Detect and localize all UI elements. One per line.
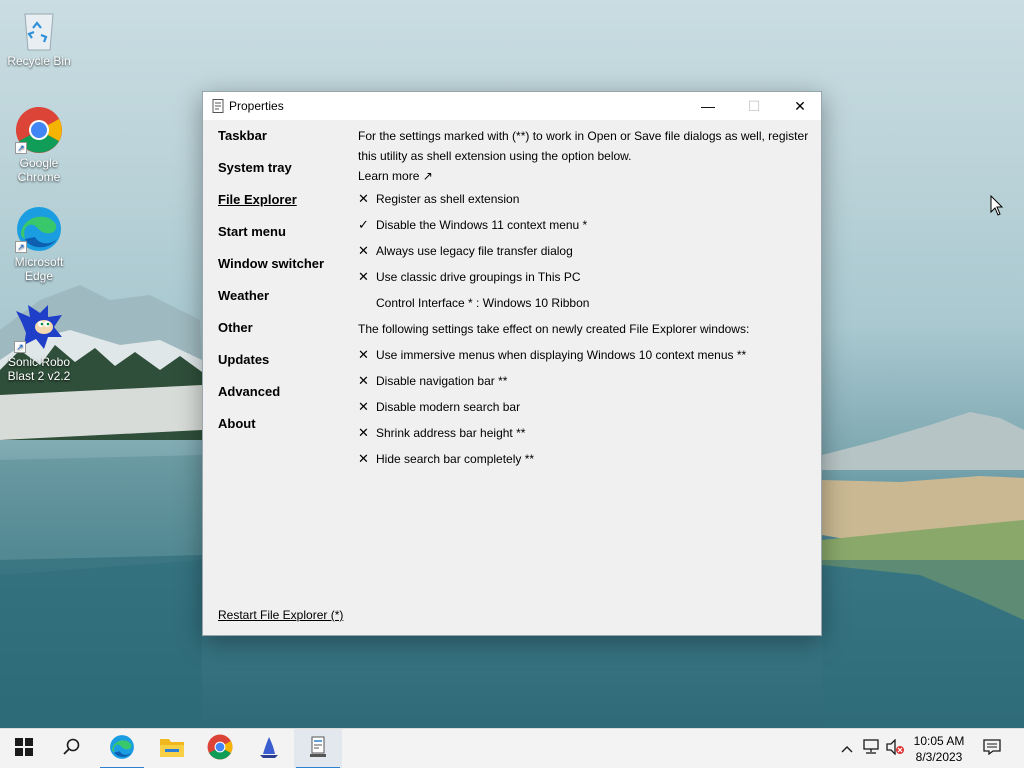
mouse-cursor-icon (990, 194, 1004, 222)
volume-muted-icon (885, 737, 905, 760)
properties-app-icon (212, 99, 224, 113)
sonic-icon: ↗ (14, 303, 64, 353)
maximize-button[interactable]: ☐ (731, 92, 777, 120)
option-disable-modern-search-bar[interactable]: ✕ Disable modern search bar (358, 394, 813, 420)
chrome-icon: ↗ (15, 106, 63, 154)
option-state-icon: ✕ (358, 399, 369, 414)
properties-app-icon (309, 736, 327, 763)
option-state-icon: ✕ (358, 269, 369, 284)
nav-item-system-tray[interactable]: System tray (218, 160, 343, 192)
nav-item-start-menu[interactable]: Start menu (218, 224, 343, 256)
close-button[interactable]: ✕ (777, 92, 823, 120)
taskbar-properties[interactable] (294, 729, 342, 768)
nav-item-about[interactable]: About (218, 416, 343, 448)
shortcut-arrow-icon: ↗ (15, 142, 27, 154)
chevron-up-icon (841, 740, 853, 758)
restart-file-explorer-link[interactable]: Restart File Explorer (*) (218, 608, 343, 622)
nav-item-other[interactable]: Other (218, 320, 343, 352)
option-label: Shrink address bar height ** (376, 426, 526, 440)
option-label: Register as shell extension (376, 192, 520, 206)
show-hidden-icons-button[interactable] (838, 729, 856, 768)
option-label: Disable modern search bar (376, 400, 521, 414)
clock-time: 10:05 AM (913, 734, 965, 748)
taskbar-edge[interactable] (98, 729, 146, 768)
nav-item-window-switcher[interactable]: Window switcher (218, 256, 343, 288)
option-state-icon: ✕ (358, 425, 369, 440)
sonic-desktop-icon[interactable]: ↗ Sonic Robo Blast 2 v2.2 (1, 303, 77, 383)
file-explorer-icon (159, 736, 185, 763)
option-hide-search-bar[interactable]: ✕ Hide search bar completely ** (358, 446, 813, 472)
search-icon (63, 738, 81, 761)
learn-more-link[interactable]: Learn more ↗ (358, 166, 813, 186)
option-register-shell-extension[interactable]: ✕ Register as shell extension (358, 186, 813, 212)
option-state-icon: ✕ (358, 347, 369, 362)
edge-label: Microsoft Edge (14, 255, 64, 283)
sailboat-app-icon (257, 735, 281, 764)
option-state-icon: ✓ (358, 217, 369, 232)
notification-center-icon (983, 738, 1001, 760)
new-windows-note: The following settings take effect on ne… (358, 322, 750, 336)
chrome-icon (207, 734, 233, 765)
option-label: Use classic drive groupings in This PC (376, 270, 581, 284)
edge-icon (109, 734, 135, 765)
nav-item-weather[interactable]: Weather (218, 288, 343, 320)
nav-item-taskbar[interactable]: Taskbar (218, 128, 343, 160)
settings-content: For the settings marked with (**) to wor… (358, 126, 813, 472)
option-state-icon: ✕ (358, 373, 369, 388)
option-disable-navigation-bar[interactable]: ✕ Disable navigation bar ** (358, 368, 813, 394)
clock-date: 8/3/2023 (915, 750, 963, 764)
recycle-bin-desktop-icon[interactable]: Recycle Bin (1, 8, 77, 68)
window-titlebar[interactable]: Properties — ☐ ✕ (203, 92, 821, 120)
start-button[interactable] (0, 729, 48, 768)
chrome-desktop-icon[interactable]: ↗ Google Chrome (1, 106, 77, 184)
control-interface-option[interactable]: Control Interface * : Windows 10 Ribbon (358, 290, 813, 316)
minimize-button[interactable]: — (685, 92, 731, 120)
option-immersive-menus[interactable]: ✕ Use immersive menus when displaying Wi… (358, 342, 813, 368)
nav-item-file-explorer[interactable]: File Explorer (218, 192, 343, 224)
nav-item-updates[interactable]: Updates (218, 352, 343, 384)
option-shrink-address-bar[interactable]: ✕ Shrink address bar height ** (358, 420, 813, 446)
settings-nav: Taskbar System tray File Explorer Start … (218, 128, 343, 448)
option-label: Always use legacy file transfer dialog (376, 244, 573, 258)
search-button[interactable] (48, 729, 96, 768)
network-icon (862, 738, 880, 760)
sonic-label: Sonic Robo Blast 2 v2.2 (7, 355, 71, 383)
option-classic-drive-groupings[interactable]: ✕ Use classic drive groupings in This PC (358, 264, 813, 290)
notifications-button[interactable] (978, 729, 1006, 768)
option-state-icon: ✕ (358, 191, 369, 206)
recycle-bin-label: Recycle Bin (7, 54, 71, 68)
edge-desktop-icon[interactable]: ↗ Microsoft Edge (1, 205, 77, 283)
taskbar-file-explorer[interactable] (148, 729, 196, 768)
taskbar-sailboat-app[interactable] (245, 729, 293, 768)
window-title: Properties (229, 99, 284, 113)
option-label: Disable navigation bar ** (376, 374, 508, 388)
volume-button[interactable] (884, 729, 906, 768)
option-label: Hide search bar completely ** (376, 452, 535, 466)
option-state-icon: ✕ (358, 243, 369, 258)
system-clock[interactable]: 10:05 AM 8/3/2023 (904, 733, 974, 765)
option-disable-win11-context-menu[interactable]: ✓ Disable the Windows 11 context menu * (358, 212, 813, 238)
option-label: Disable the Windows 11 context menu * (376, 218, 588, 232)
nav-item-advanced[interactable]: Advanced (218, 384, 343, 416)
edge-icon: ↗ (15, 205, 63, 253)
taskbar: 10:05 AM 8/3/2023 (0, 728, 1024, 768)
intro-text: For the settings marked with (**) to wor… (358, 129, 809, 163)
recycle-bin-icon (19, 8, 59, 52)
start-icon (15, 737, 33, 761)
option-label: Use immersive menus when displaying Wind… (376, 348, 747, 362)
shortcut-arrow-icon: ↗ (14, 341, 26, 353)
taskbar-chrome[interactable] (196, 729, 244, 768)
option-legacy-file-transfer[interactable]: ✕ Always use legacy file transfer dialog (358, 238, 813, 264)
chrome-label: Google Chrome (17, 156, 61, 184)
network-button[interactable] (860, 729, 882, 768)
option-state-icon: ✕ (358, 451, 369, 466)
shortcut-arrow-icon: ↗ (15, 241, 27, 253)
properties-window: Properties — ☐ ✕ Taskbar System tray Fil… (202, 91, 822, 636)
